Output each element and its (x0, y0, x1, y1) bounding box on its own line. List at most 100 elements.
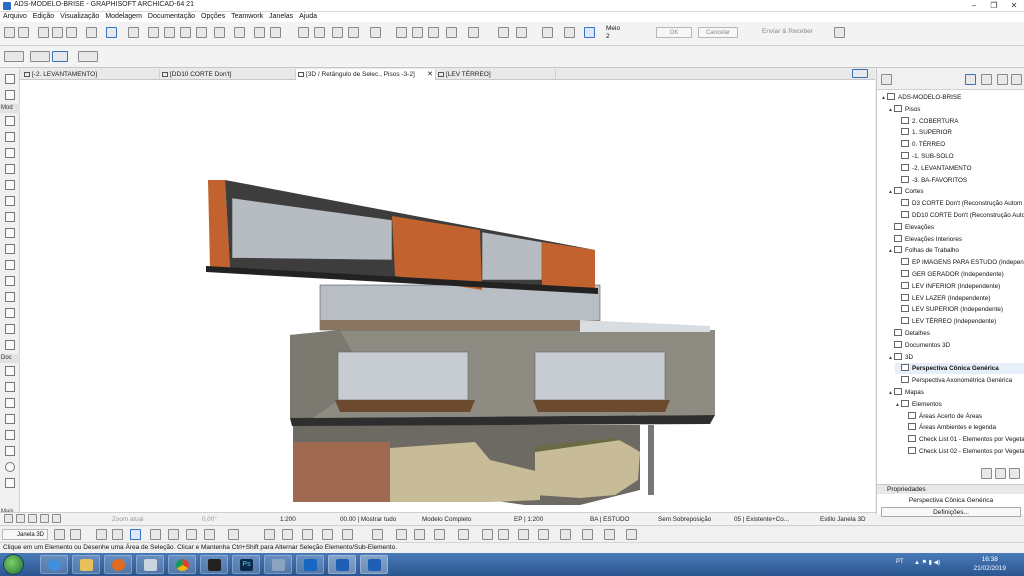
menu-arquivo[interactable]: Arquivo (0, 12, 30, 22)
close-icon[interactable]: ✕ (1004, 0, 1024, 12)
clipboard-icon[interactable] (214, 27, 225, 38)
language-indicator[interactable]: PT (896, 559, 904, 565)
guide-lines-icon[interactable] (106, 27, 117, 38)
zoom-in-icon[interactable] (16, 514, 25, 523)
pin-icon[interactable] (434, 529, 445, 540)
taskbar-archicad-1[interactable] (328, 555, 356, 574)
tree-item[interactable]: Elevações Interiores (888, 234, 1024, 245)
sun-icon[interactable] (412, 27, 423, 38)
graphic-override-field[interactable]: Sem Sobreposição (658, 514, 711, 525)
tree-item[interactable]: Áreas Acerto de Áreas (902, 411, 1024, 422)
fit-icon[interactable] (28, 514, 37, 523)
distribute-icon[interactable] (396, 27, 407, 38)
clone-icon[interactable] (995, 468, 1006, 479)
wall-tool-icon[interactable] (5, 116, 15, 126)
tree-item[interactable]: ▲ Cortes (888, 186, 1024, 197)
tree-item[interactable]: GER GERADOR (Independente) (895, 269, 1024, 280)
menu-opcoes[interactable]: Opções (198, 12, 228, 22)
3d-style-field[interactable]: Estilo Janela 3D (820, 514, 866, 525)
orbit-nav-icon[interactable] (130, 529, 141, 540)
single-window-icon[interactable] (54, 529, 65, 540)
taskbar-acrobat[interactable] (200, 555, 228, 574)
publisher-icon[interactable] (1011, 74, 1022, 85)
menu-janelas[interactable]: Janelas (266, 12, 296, 22)
tree-item[interactable]: -3. BA-FAVORITOS (895, 175, 1024, 186)
redo-icon[interactable] (18, 27, 29, 38)
rotate-icon[interactable] (516, 27, 527, 38)
filter-icon[interactable] (228, 529, 239, 540)
surface-icon[interactable] (560, 529, 571, 540)
shadow-icon[interactable] (604, 529, 615, 540)
zoom-out-icon[interactable] (4, 514, 13, 523)
3d-viewport[interactable] (20, 80, 875, 512)
model-view-field[interactable]: Modelo Completo (422, 514, 471, 525)
pan-icon[interactable] (40, 514, 49, 523)
tree-item[interactable]: Documentos 3D (888, 340, 1024, 351)
taskbar-calculator[interactable] (136, 555, 164, 574)
tree-item[interactable]: Check List 01 - Elementos por Vegeta (902, 434, 1024, 445)
camera-icon[interactable] (372, 529, 383, 540)
angle-field[interactable]: 0,00° (202, 514, 217, 525)
dimension-field[interactable]: BA | ESTUDO (590, 514, 629, 525)
tree-item[interactable]: ▲ Folhas de Trabalho (888, 245, 1024, 256)
taskbar-photoshop[interactable]: Ps (232, 555, 260, 574)
marquee-icon[interactable] (196, 27, 207, 38)
menu-visualizacao[interactable]: Visualização (57, 12, 102, 22)
tree-item[interactable]: 2. COBERTURA (895, 116, 1024, 127)
pointer-icon[interactable] (38, 27, 49, 38)
view-map-tab-icon[interactable] (981, 74, 992, 85)
layers-icon[interactable] (322, 529, 333, 540)
project-map-icon[interactable] (965, 74, 976, 85)
light-icon[interactable] (582, 529, 593, 540)
section-plane-icon[interactable] (168, 529, 179, 540)
polyline-tool-icon[interactable] (5, 478, 15, 488)
cancel-button[interactable]: Cancelar (698, 27, 738, 38)
tree-item[interactable]: Detalhes (888, 328, 1024, 339)
ungroup-icon[interactable] (270, 27, 281, 38)
scissors-icon[interactable] (298, 27, 309, 38)
fill-tool-icon[interactable] (5, 430, 15, 440)
tree-item[interactable]: LEV TÉRREO (Independente) (895, 316, 1024, 327)
arrow-tool-icon[interactable] (5, 74, 15, 84)
scale-field[interactable]: 1:200 (280, 514, 296, 525)
pen-set-field[interactable]: EP | 1:200 (514, 514, 543, 525)
toolbox-section-doc[interactable]: Doc (0, 354, 20, 363)
intersect-icon[interactable] (314, 27, 325, 38)
material-icon[interactable] (538, 529, 549, 540)
tree-item[interactable]: ▲ ADS-MODELO-BRISE (881, 92, 1024, 103)
curve-icon[interactable] (584, 27, 595, 38)
prev-zoom-icon[interactable] (52, 514, 61, 523)
menu-documentacao[interactable]: Documentação (145, 12, 198, 22)
render-icon[interactable] (518, 529, 529, 540)
door-tool-icon[interactable] (5, 132, 15, 142)
relative-construction-icon[interactable] (468, 27, 479, 38)
new-view-icon[interactable] (981, 468, 992, 479)
tree-item[interactable]: -2. LEVANTAMENTO (895, 163, 1024, 174)
fork-icon[interactable] (482, 529, 493, 540)
tab-corte[interactable]: [DD10 CORTE Don't] (160, 69, 296, 80)
tree-item[interactable]: DD10 CORTE Don't (Reconstrução Auto (895, 210, 1024, 221)
tree-item[interactable]: LEV INFERIOR (Independente) (895, 281, 1024, 292)
select-icon[interactable] (180, 27, 191, 38)
tab-levantamento[interactable]: [-2. LEVANTAMENTO] (22, 69, 160, 80)
window-tool-icon[interactable] (5, 148, 15, 158)
grid-icon[interactable] (128, 27, 139, 38)
transparency-icon[interactable] (626, 529, 637, 540)
tree-item[interactable]: 0. TÉRREO (895, 139, 1024, 150)
menu-ajuda[interactable]: Ajuda (296, 12, 320, 22)
library-icon[interactable] (458, 529, 469, 540)
roof-tool-icon[interactable] (5, 244, 15, 254)
curtain-wall-tool-icon[interactable] (5, 292, 15, 302)
morph-tool-icon[interactable] (5, 308, 15, 318)
tree-item[interactable]: D3 CORTE Don't (Reconstrução Autom (895, 198, 1024, 209)
explore-icon[interactable] (150, 529, 161, 540)
group-icon[interactable] (254, 27, 265, 38)
marquee-tool-icon[interactable] (5, 90, 15, 100)
tree-item[interactable]: Perspectiva Cônica Genérica (895, 363, 1024, 375)
start-button-icon[interactable] (3, 554, 24, 575)
lock-icon[interactable] (234, 27, 245, 38)
tree-item[interactable]: ▲ 3D (888, 352, 1024, 363)
tree-item[interactable]: ▲ Mapas (888, 387, 1024, 398)
view-icon[interactable] (164, 27, 175, 38)
level-dimension-tool-icon[interactable] (5, 382, 15, 392)
